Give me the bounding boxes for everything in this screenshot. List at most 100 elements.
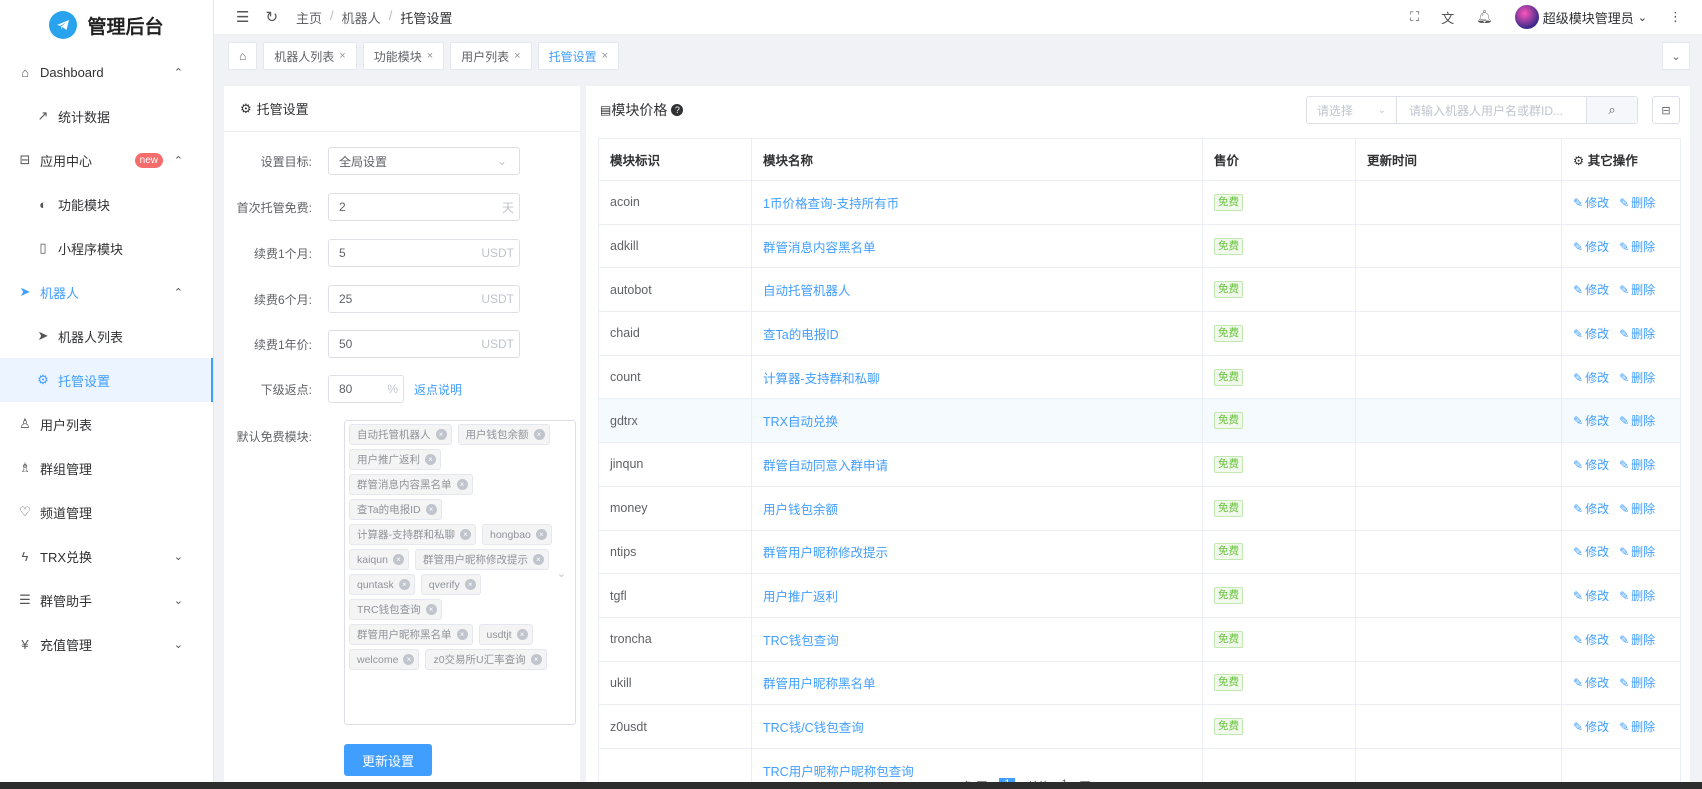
delete-button[interactable]: ✎ 删除 <box>1619 327 1655 341</box>
edit-button[interactable]: ✎ 修改 <box>1573 589 1609 603</box>
breadcrumb-home[interactable]: 主页 <box>296 8 322 27</box>
sidebar-item-0[interactable]: ⌂ Dashboard ⌃ <box>0 50 213 94</box>
close-icon[interactable]: × <box>425 504 437 515</box>
delete-button[interactable]: ✎ 删除 <box>1619 589 1655 603</box>
cell-name[interactable]: TRC钱包查询 <box>751 617 1203 662</box>
help-icon[interactable]: ? <box>671 104 684 116</box>
cell-name[interactable]: 自动托管机器人 <box>751 267 1203 313</box>
delete-button[interactable]: ✎ 删除 <box>1619 545 1655 559</box>
sidebar-item-4[interactable]: ▯ 小程序模块 <box>0 226 213 270</box>
bell-icon[interactable]: 🔔︎ <box>1476 9 1493 25</box>
sidebar-item-12[interactable]: ☰ 群管助手 ⌄ <box>0 578 213 622</box>
cell-name[interactable]: 用户钱包余额 <box>751 486 1203 531</box>
refresh-icon[interactable]: ↻ <box>265 8 278 26</box>
translate-icon[interactable]: 文 <box>1441 8 1454 27</box>
cell-name[interactable]: 群管用户昵称黑名单 <box>751 661 1203 706</box>
sidebar-item-11[interactable]: ϟ TRX兑换 ⌄ <box>0 534 213 578</box>
more-vertical-icon[interactable]: ⋮ <box>1669 9 1682 25</box>
delete-button[interactable]: ✎ 删除 <box>1619 458 1655 472</box>
close-icon[interactable]: × <box>425 604 437 615</box>
delete-button[interactable]: ✎ 删除 <box>1619 633 1655 647</box>
edit-button[interactable]: ✎ 修改 <box>1573 545 1609 559</box>
search-button[interactable]: ⌕ <box>1587 97 1637 123</box>
search-input[interactable]: 请输入机器人用户名或群ID... <box>1397 97 1587 123</box>
tag-1[interactable]: 功能模块 × <box>362 42 445 70</box>
edit-button[interactable]: ✎ 修改 <box>1573 196 1609 210</box>
delete-button[interactable]: ✎ 删除 <box>1619 371 1655 385</box>
sidebar-item-2[interactable]: ⊟ 应用中心 new ⌃ <box>0 138 213 182</box>
tag-2[interactable]: 用户列表 × <box>450 42 532 70</box>
cell-name[interactable]: 计算器-支持群和私聊 <box>751 355 1203 400</box>
sidebar-item-7[interactable]: ⚙ 托管设置 <box>0 358 213 402</box>
close-icon[interactable]: × <box>427 50 433 62</box>
cell-name[interactable]: 群管消息内容黑名单 <box>751 224 1203 269</box>
delete-button[interactable]: ✎ 删除 <box>1619 676 1655 690</box>
edit-button[interactable]: ✎ 修改 <box>1573 240 1609 254</box>
m6-price-input[interactable]: 25 USDT <box>328 285 520 313</box>
close-icon[interactable]: × <box>532 554 544 565</box>
edit-button[interactable]: ✎ 修改 <box>1573 502 1609 516</box>
cell-name[interactable]: 群管用户昵称修改提示 <box>751 530 1203 575</box>
sidebar-item-1[interactable]: ↗ 统计数据 <box>0 94 213 138</box>
close-icon[interactable]: × <box>464 579 476 590</box>
tags-more-button[interactable]: ⌄ <box>1662 42 1690 70</box>
edit-button[interactable]: ✎ 修改 <box>1573 327 1609 341</box>
delete-button[interactable]: ✎ 删除 <box>1619 720 1655 734</box>
close-icon[interactable]: × <box>460 529 471 540</box>
tag-3[interactable]: 托管设置 × <box>537 42 620 70</box>
update-settings-button[interactable]: 更新设置 <box>344 744 432 776</box>
close-icon[interactable]: × <box>456 629 468 640</box>
sidebar-item-10[interactable]: ♡ 频道管理 <box>0 490 213 534</box>
edit-button[interactable]: ✎ 修改 <box>1573 676 1609 690</box>
y1-price-input[interactable]: 50 USDT <box>328 330 520 358</box>
column-settings-button[interactable]: ⊟ <box>1652 96 1680 124</box>
fullscreen-icon[interactable]: ⛶ <box>1410 9 1419 25</box>
close-icon[interactable]: × <box>514 50 520 62</box>
close-icon[interactable]: × <box>339 50 345 62</box>
rebate-input[interactable]: 80 % <box>328 375 404 403</box>
cell-name[interactable]: 查Ta的电报ID <box>751 311 1203 356</box>
delete-button[interactable]: ✎ 删除 <box>1619 240 1655 254</box>
sidebar-item-3[interactable]: ◐ 功能模块 <box>0 182 213 226</box>
sidebar-item-8[interactable]: ♙ 用户列表 <box>0 402 213 446</box>
close-icon[interactable]: × <box>435 429 447 440</box>
sidebar-item-13[interactable]: ¥ 充值管理 ⌄ <box>0 622 213 666</box>
sidebar-item-9[interactable]: ♗ 群组管理 <box>0 446 213 490</box>
sidebar-item-6[interactable]: ➤ 机器人列表 <box>0 314 213 358</box>
close-icon[interactable]: × <box>403 654 415 665</box>
close-icon[interactable]: × <box>398 579 410 590</box>
default-modules-select[interactable]: 自动托管机器人 × 用户钱包余额 × 用户推广返利 × 群管消息内容黑名单 × 查Ta的电报ID… <box>344 420 576 725</box>
edit-button[interactable]: ✎ 修改 <box>1573 458 1609 472</box>
close-icon[interactable]: × <box>456 479 468 490</box>
delete-button[interactable]: ✎ 删除 <box>1619 502 1655 516</box>
free-days-input[interactable]: 2 天 <box>328 193 520 221</box>
close-icon[interactable]: × <box>425 454 436 465</box>
edit-button[interactable]: ✎ 修改 <box>1573 720 1609 734</box>
sidebar-item-5[interactable]: ➤ 机器人 ⌃ <box>0 270 213 314</box>
delete-button[interactable]: ✎ 删除 <box>1619 283 1655 297</box>
close-icon[interactable]: × <box>535 529 547 540</box>
edit-button[interactable]: ✎ 修改 <box>1573 283 1609 297</box>
m1-price-input[interactable]: 5 USDT <box>328 239 520 267</box>
cell-name[interactable]: TRC钱/C钱包查询 <box>751 704 1203 749</box>
user-menu[interactable]: 超级模块管理员 ⌄ <box>1514 5 1647 29</box>
close-icon[interactable]: × <box>533 429 545 440</box>
rebate-help-link[interactable]: 返点说明 <box>414 381 462 398</box>
edit-button[interactable]: ✎ 修改 <box>1573 371 1609 385</box>
close-icon[interactable]: × <box>392 554 404 565</box>
cell-name[interactable]: TRX自动兑换 <box>751 398 1203 444</box>
cell-name[interactable]: 1币价格查询-支持所有币 <box>751 180 1203 225</box>
cell-name[interactable]: 用户推广返利 <box>751 573 1203 618</box>
delete-button[interactable]: ✎ 删除 <box>1619 196 1655 210</box>
edit-button[interactable]: ✎ 修改 <box>1573 633 1609 647</box>
target-select[interactable]: 全局设置 ⌄ <box>328 147 520 175</box>
close-icon[interactable]: × <box>602 50 608 62</box>
breadcrumb-robot[interactable]: 机器人 <box>342 8 381 27</box>
cell-name[interactable]: 群管自动同意入群申请 <box>751 442 1203 487</box>
tag-0[interactable]: 机器人列表 × <box>263 42 357 70</box>
filter-select[interactable]: 请选择 ⌄ <box>1307 97 1397 123</box>
menu-fold-icon[interactable]: ☰ <box>236 8 249 26</box>
edit-button[interactable]: ✎ 修改 <box>1573 414 1609 428</box>
delete-button[interactable]: ✎ 删除 <box>1619 414 1655 428</box>
tag-home[interactable]: ⌂ <box>228 42 258 70</box>
